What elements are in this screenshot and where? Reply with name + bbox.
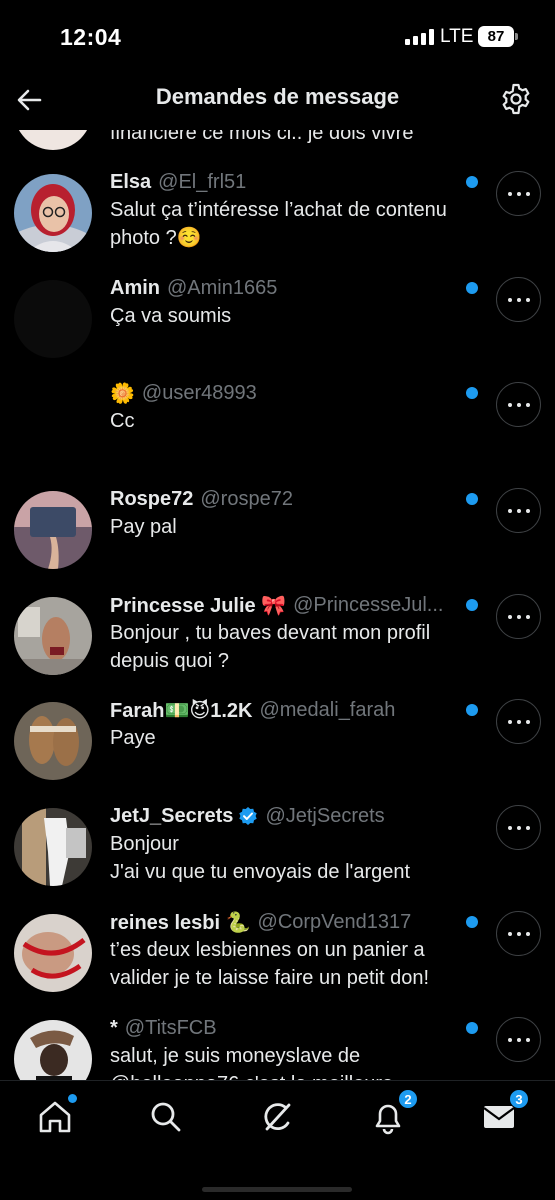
list-item[interactable]: JetJ_Secrets @JetjSecrets Bonjour J'ai v… [0, 802, 555, 908]
list-item[interactable]: 🌼 @user48993 Cc [0, 379, 555, 485]
more-options-button[interactable] [496, 1017, 541, 1062]
unread-indicator [466, 1022, 478, 1034]
unread-indicator [466, 282, 478, 294]
sender-line: reines lesbi 🐍 @CorpVend1317 [110, 908, 411, 936]
more-options-button[interactable] [496, 594, 541, 639]
search-icon [151, 1102, 181, 1132]
home-indicator [202, 1187, 352, 1192]
sender-line: Elsa @El_frl51 [110, 168, 246, 196]
message-preview: Bonjour J'ai vu que tu envoyais de l'arg… [110, 833, 411, 883]
sender-handle: @rospe72 [200, 487, 293, 510]
network-label: LTE [440, 26, 474, 47]
sender-handle: @user48993 [141, 381, 257, 404]
avatar[interactable] [14, 702, 92, 780]
more-options-button[interactable] [496, 382, 541, 427]
sender-handle: @El_frl51 [158, 170, 247, 193]
message-preview: Paye [110, 727, 156, 749]
sender-handle: @Amin1665 [167, 276, 278, 299]
avatar[interactable] [14, 1020, 92, 1080]
sender-handle: @TitsFCB [124, 1016, 217, 1039]
list-item[interactable]: Rospe72 @rospe72 Pay pal [0, 485, 555, 591]
unread-indicator [466, 704, 478, 716]
list-item[interactable]: financière ce mois ci.. je dois vivre [0, 130, 555, 150]
sender-name: Princesse Julie 🎀 [110, 594, 287, 617]
sender-handle: @JetjSecrets [265, 804, 385, 827]
unread-indicator [466, 599, 478, 611]
tab-messages[interactable]: 3 [479, 1089, 529, 1137]
sender-name: * [110, 1016, 118, 1039]
sender-line: * @TitsFCB [110, 1014, 217, 1042]
more-options-button[interactable] [496, 277, 541, 322]
list-item[interactable]: Elsa @El_frl51 Salut ça t’intéresse l’ac… [0, 168, 555, 274]
unread-indicator [466, 387, 478, 399]
unread-indicator [466, 493, 478, 505]
message-request-list: financière ce mois ci.. je dois vivre El… [0, 130, 555, 1080]
sender-handle: @medali_farah [259, 698, 396, 721]
verified-badge-icon [239, 807, 258, 825]
message-preview: t’es deux lesbiennes on un panier a vali… [110, 939, 430, 989]
sender-name: JetJ_Secrets [110, 804, 234, 827]
avatar[interactable] [14, 914, 92, 992]
message-preview: Pay pal [110, 516, 177, 538]
battery-icon: 87 [478, 26, 518, 47]
header: Demandes de message [0, 70, 555, 130]
sender-name: reines lesbi 🐍 [110, 911, 251, 934]
more-options-button[interactable] [496, 488, 541, 533]
list-item[interactable]: Farah💵😈1.2K @medali_farah Paye [0, 696, 555, 802]
sender-line: Princesse Julie 🎀 @PrincesseJul... [110, 591, 443, 619]
list-item[interactable]: Amin @Amin1665 Ça va soumis [0, 274, 555, 380]
unread-indicator [466, 176, 478, 188]
avatar[interactable] [14, 808, 92, 886]
sender-handle: @CorpVend1317 [257, 910, 412, 933]
tab-notifications[interactable]: 2 [368, 1089, 418, 1137]
gear-icon [502, 83, 530, 115]
status-time: 12:04 [60, 24, 122, 50]
sender-line: 🌼 @user48993 [110, 379, 257, 407]
more-options-button[interactable] [496, 805, 541, 850]
list-item[interactable]: Princesse Julie 🎀 @PrincesseJul... Bonjo… [0, 591, 555, 697]
message-preview: salut, je suis moneyslave de @helloanna7… [110, 1045, 393, 1080]
avatar[interactable] [14, 491, 92, 569]
list-item[interactable]: reines lesbi 🐍 @CorpVend1317 t’es deux l… [0, 908, 555, 1014]
sender-handle: @PrincesseJul... [293, 593, 444, 616]
bottom-tab-bar: 2 3 [0, 1080, 555, 1200]
message-preview: Salut ça t’intéresse l’achat de contenu … [110, 199, 447, 249]
notifications-badge: 2 [398, 1089, 418, 1109]
unread-indicator [466, 916, 478, 928]
message-preview: Ça va soumis [110, 305, 232, 327]
tab-search[interactable] [146, 1097, 186, 1137]
list-item[interactable]: * @TitsFCB salut, je suis moneyslave de … [0, 1014, 555, 1080]
message-preview: financière ce mois ci.. je dois vivre [110, 130, 414, 144]
sender-name: Farah💵😈1.2K [110, 699, 253, 722]
more-options-button[interactable] [496, 699, 541, 744]
sender-name: Amin [110, 276, 160, 299]
avatar[interactable] [14, 597, 92, 675]
more-options-button[interactable] [496, 911, 541, 956]
status-bar: 12:04 LTE 87 [0, 0, 555, 70]
avatar [14, 130, 92, 150]
sender-line: JetJ_Secrets @JetjSecrets [110, 802, 385, 830]
messages-badge: 3 [509, 1089, 529, 1109]
grok-icon [264, 1103, 291, 1131]
avatar[interactable] [14, 280, 92, 358]
more-options-button[interactable] [496, 171, 541, 216]
message-preview: Bonjour , tu baves devant mon profil dep… [110, 622, 431, 672]
sender-name: Elsa [110, 170, 152, 193]
home-icon [39, 1101, 71, 1133]
page-title: Demandes de message [155, 84, 400, 109]
tab-grok[interactable] [257, 1097, 297, 1137]
settings-button[interactable] [499, 82, 533, 116]
avatar[interactable] [14, 385, 92, 463]
avatar[interactable] [14, 174, 92, 252]
sender-line: Farah💵😈1.2K @medali_farah [110, 696, 395, 724]
tab-home[interactable] [35, 1094, 77, 1137]
sender-line: Rospe72 @rospe72 [110, 485, 293, 513]
sender-line: Amin @Amin1665 [110, 274, 277, 302]
sender-name: 🌼 [110, 382, 135, 405]
message-preview: Cc [110, 410, 135, 432]
sender-name: Rospe72 [110, 487, 194, 510]
home-notification-dot [68, 1094, 77, 1103]
signal-icon [405, 29, 434, 45]
